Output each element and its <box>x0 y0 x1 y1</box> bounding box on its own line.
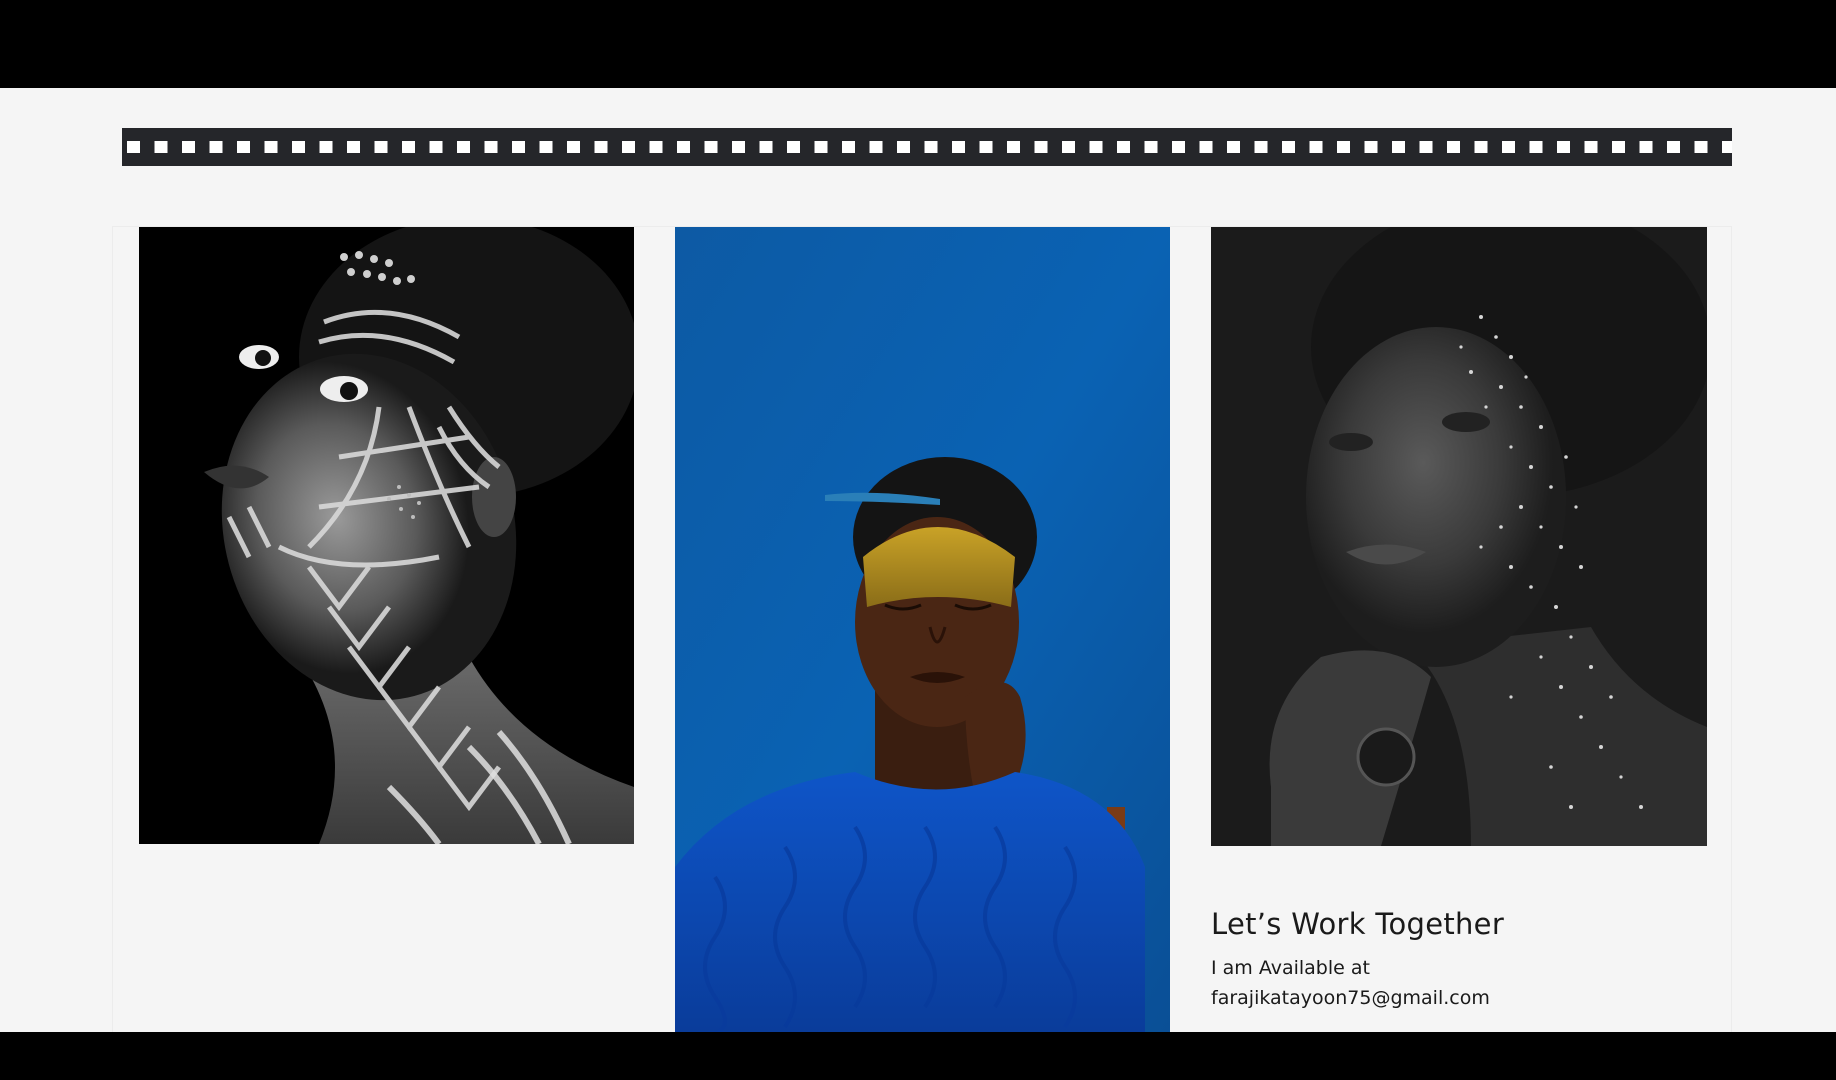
portrait-bw-glitter-image[interactable] <box>1211 227 1707 846</box>
availability-text: I am Available at <box>1211 957 1370 979</box>
bottom-letterbox-bar <box>0 1032 1836 1080</box>
film-strip-perforations <box>122 141 1732 153</box>
top-letterbox-bar <box>0 0 1836 88</box>
portrait-blue-sweater-gold-paint-image[interactable] <box>675 227 1170 1032</box>
portrait-bw-face-paint-image[interactable] <box>139 227 634 844</box>
film-strip-divider <box>122 128 1732 166</box>
photo-gallery: Let’s Work Together I am Available at fa… <box>112 226 1732 1032</box>
contact-email-link[interactable]: farajikatayoon75@gmail.com <box>1211 983 1711 1013</box>
portfolio-page: Let’s Work Together I am Available at fa… <box>0 88 1836 1032</box>
contact-section: Let’s Work Together I am Available at fa… <box>1211 907 1711 1013</box>
contact-heading: Let’s Work Together <box>1211 907 1505 941</box>
